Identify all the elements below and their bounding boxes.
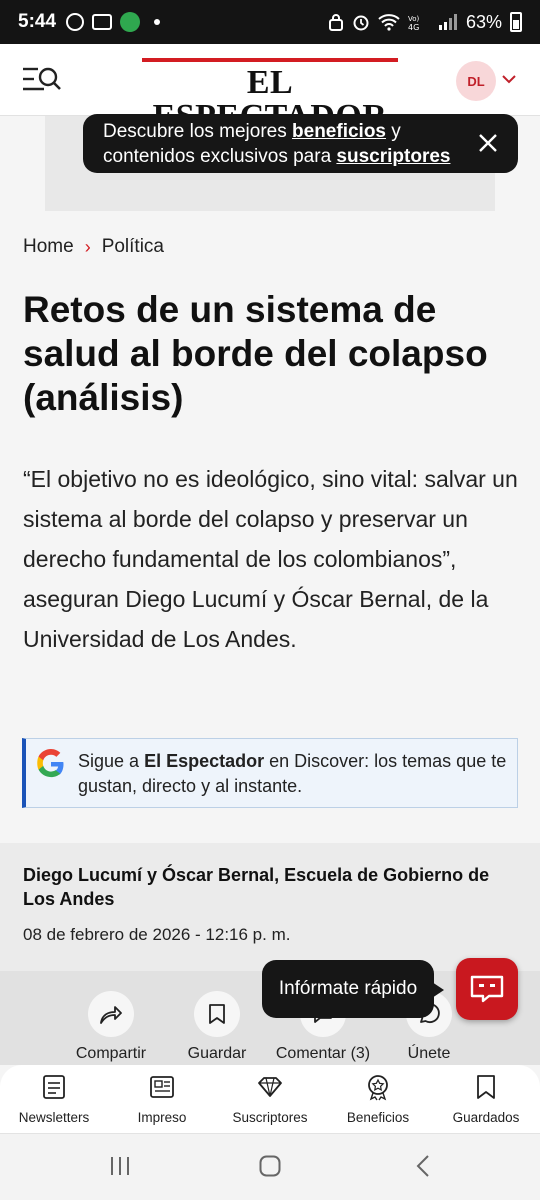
user-avatar[interactable]: DL: [456, 61, 496, 101]
system-navigation-bar: [0, 1133, 540, 1200]
newspaper-icon: [150, 1076, 174, 1098]
breadcrumb-home[interactable]: Home: [23, 236, 74, 258]
chevron-right-icon: ›: [84, 236, 91, 257]
article-lead: “El objetivo no es ideológico, sino vita…: [23, 466, 518, 652]
site-header: EL ESPECTADOR DL: [0, 44, 540, 134]
nav-beneficios-label: Beneficios: [346, 1110, 410, 1125]
breadcrumb: Home › Política: [23, 236, 164, 258]
chevron-down-icon[interactable]: [502, 72, 516, 86]
green-app-icon: [120, 12, 141, 32]
battery-percent: 63%: [465, 11, 502, 32]
bookmark-icon: [477, 1075, 495, 1099]
share-button[interactable]: Compartir: [56, 991, 166, 1063]
signal-icon: [438, 14, 457, 30]
wifi-icon: [378, 14, 400, 31]
bookmark-icon: [209, 1004, 225, 1024]
comment-label: Comentar (3): [275, 1045, 371, 1062]
nav-suscriptores[interactable]: Suscriptores: [216, 1065, 324, 1133]
quick-info-button[interactable]: [456, 958, 518, 1020]
nav-guardados-label: Guardados: [452, 1110, 520, 1125]
battery-icon: [510, 12, 522, 32]
svg-text:4G: 4G: [408, 23, 419, 31]
google-icon: [37, 749, 64, 778]
chat-bot-icon: [470, 975, 504, 1003]
subscribers-link[interactable]: suscriptores: [336, 146, 450, 167]
status-time: 5:44: [18, 11, 57, 32]
nav-impreso-label: Impreso: [137, 1110, 187, 1125]
share-label: Compartir: [75, 1045, 147, 1062]
author-names[interactable]: Diego Lucumí y Óscar Bernal, Escuela de …: [23, 863, 517, 911]
toast-line-1: Descubre los mejores beneficios y: [103, 121, 401, 142]
save-circle: [194, 991, 240, 1037]
back-icon[interactable]: [412, 1154, 436, 1178]
home-icon[interactable]: [258, 1154, 282, 1178]
google-discover-banner[interactable]: Sigue a El Espectador en Discover: los t…: [22, 738, 518, 808]
nav-suscriptores-label: Suscriptores: [232, 1110, 308, 1125]
logo-red-bar: [142, 58, 398, 62]
save-button[interactable]: Guardar: [162, 991, 272, 1063]
nav-newsletters-label: Newsletters: [18, 1110, 90, 1125]
article-title: Retos de un sistema de salud al borde de…: [23, 289, 488, 418]
system-status-icons: Vo) 4G 63%: [328, 12, 522, 33]
whatsapp-icon: [66, 13, 85, 31]
discover-brand: El Espectador: [144, 751, 265, 771]
save-label: Guardar: [187, 1045, 247, 1062]
medal-icon: [368, 1075, 388, 1101]
quick-info-tooltip[interactable]: Infórmate rápido: [262, 960, 444, 1018]
status-bar: 5:44 Vo) 4G 63%: [0, 0, 540, 44]
share-icon: [100, 1006, 122, 1024]
menu-search-icon[interactable]: [22, 66, 62, 92]
nav-beneficios[interactable]: Beneficios: [324, 1065, 432, 1133]
close-icon[interactable]: [476, 131, 500, 155]
lock-icon: [328, 14, 343, 31]
subscription-toast: Descubre los mejores beneficios y conten…: [83, 114, 518, 173]
nav-impreso[interactable]: Impreso: [108, 1065, 216, 1133]
more-notifications-icon: [154, 19, 161, 25]
discover-text: Sigue a El Espectador en Discover: los t…: [78, 751, 507, 796]
toast-line-2: contenidos exclusivos para suscriptores: [103, 146, 451, 167]
nav-newsletters[interactable]: Newsletters: [0, 1065, 108, 1133]
publish-date: 08 de febrero de 2026 - 12:16 p. m.: [23, 925, 291, 944]
alarm-icon: [353, 15, 369, 31]
share-circle: [88, 991, 134, 1037]
author-section: Diego Lucumí y Óscar Bernal, Escuela de …: [0, 843, 540, 971]
join-label: Únete: [407, 1045, 451, 1062]
notification-icons: [66, 12, 161, 32]
benefits-link[interactable]: beneficios: [292, 121, 386, 142]
volte-icon: Vo)4G: [408, 15, 420, 31]
newsletter-icon: [43, 1075, 65, 1099]
bottom-navigation: Newsletters Impreso Suscriptores Benefic…: [0, 1065, 540, 1133]
recent-apps-icon[interactable]: [108, 1154, 132, 1178]
diamond-icon: [258, 1077, 282, 1097]
nav-guardados[interactable]: Guardados: [432, 1065, 540, 1133]
svg-text:Vo): Vo): [408, 15, 420, 23]
breadcrumb-section[interactable]: Política: [102, 236, 164, 258]
app-notification-icon: [92, 14, 113, 30]
